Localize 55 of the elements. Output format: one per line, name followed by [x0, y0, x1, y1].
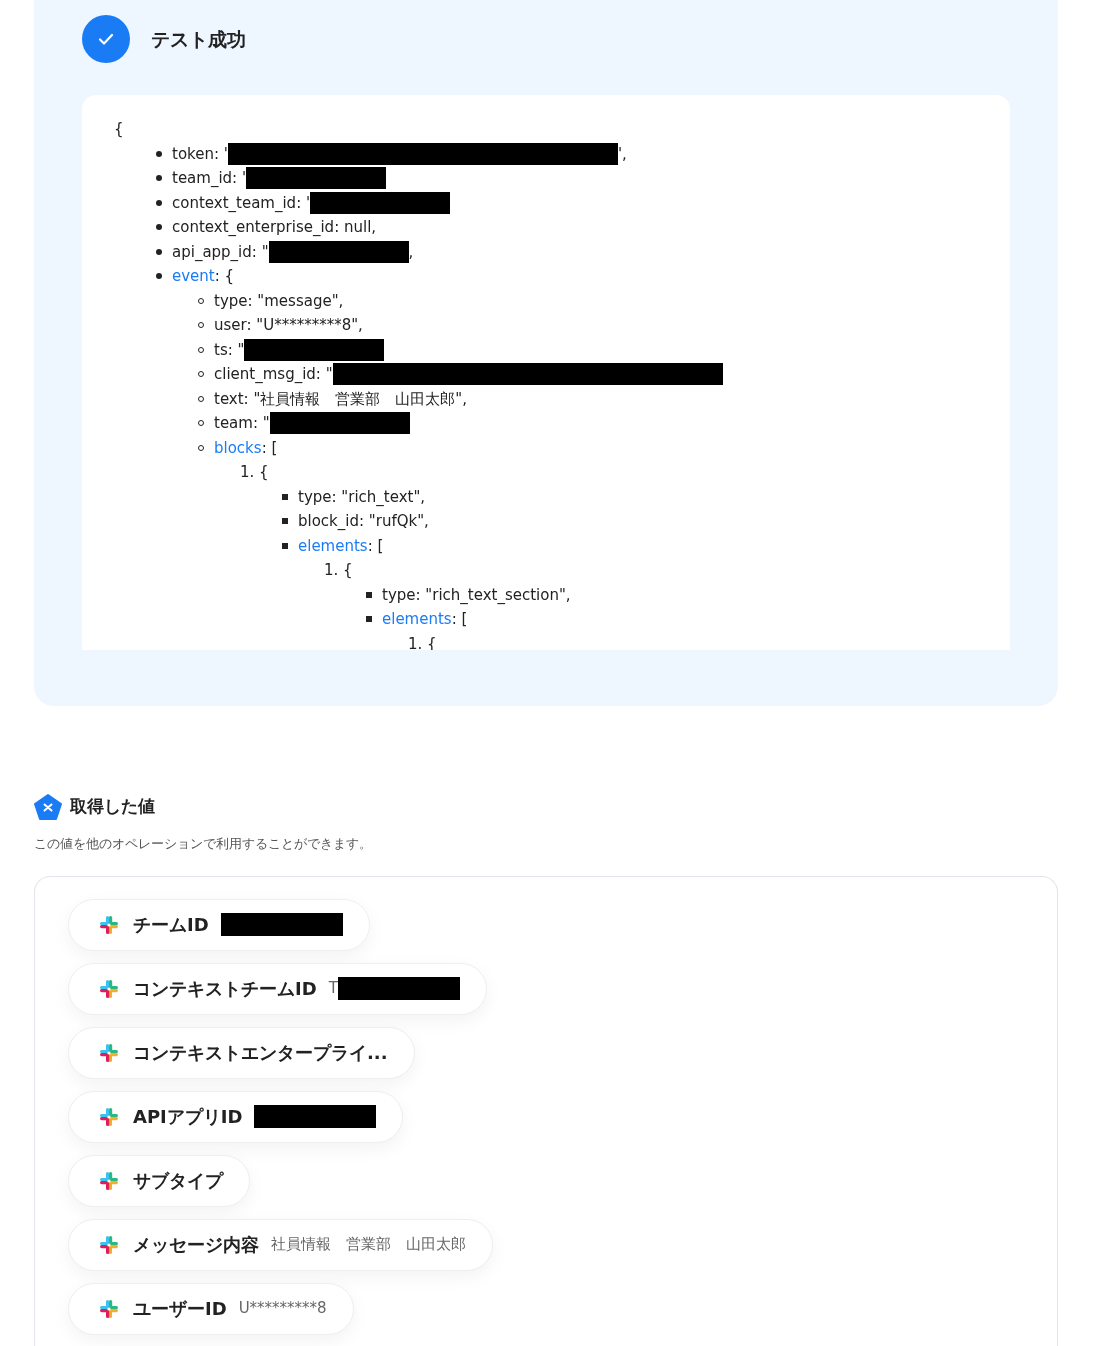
app-logo-icon — [99, 1298, 119, 1319]
app-logo-icon — [99, 914, 119, 935]
code-line: token: ' — [172, 143, 228, 165]
value-chip[interactable]: メッセージ内容 社員情報 営業部 山田太郎 — [68, 1218, 493, 1271]
value-chip[interactable]: コンテキストエンタープライ... — [68, 1026, 415, 1079]
code-line: client_msg_id: " — [214, 364, 333, 385]
code-line: api_app_id: " — [172, 241, 269, 263]
value-chip[interactable]: サブタイプ — [68, 1154, 250, 1207]
app-logo-icon — [99, 978, 119, 999]
code-line: type: "rich_text", — [298, 486, 426, 508]
code-line: type: "rich_text_section", — [382, 584, 571, 606]
bullet-icon — [282, 493, 288, 500]
chip-value: 社員情報 営業部 山田太郎 — [271, 1234, 466, 1256]
bullet-icon — [156, 273, 162, 280]
bullet-icon — [156, 150, 162, 157]
code-line: text: "社員情報 営業部 山田太郎", — [214, 388, 467, 410]
chip-value: U*********8 — [238, 1298, 327, 1320]
code-line: ts: " — [214, 339, 245, 361]
value-chip[interactable]: コンテキストチームID T — [68, 962, 487, 1015]
chip-value: T — [328, 978, 338, 1000]
app-logo-icon — [99, 1106, 119, 1127]
value-chip[interactable]: チームID — [68, 898, 370, 951]
code-line: context_team_id: ' — [172, 192, 311, 214]
bullet-icon — [366, 616, 372, 623]
code-line: team: " — [214, 413, 270, 434]
section-description: この値を他のオペレーションで利用することができます。 — [34, 835, 373, 853]
code-line: block_id: "rufQk", — [298, 511, 429, 532]
code-line: elements: [ — [382, 609, 468, 630]
result-title: テスト成功 — [151, 26, 246, 52]
code-line: context_enterprise_id: null, — [172, 217, 377, 238]
code-line: team_id: ' — [172, 168, 247, 189]
code-line: type: "message", — [214, 290, 344, 312]
code-punctuation: , — [408, 241, 414, 263]
section-title: 取得した値 — [70, 795, 155, 819]
value-chip[interactable]: ユーザーID U*********8 — [68, 1282, 354, 1335]
code-line: blocks: [ — [214, 437, 278, 459]
pentagon-logo-icon — [34, 794, 62, 820]
code-punctuation: ', — [617, 143, 627, 165]
bullet-icon — [156, 199, 162, 206]
code-line: event: { — [172, 266, 235, 287]
app-logo-icon — [99, 1042, 119, 1063]
bullet-icon — [366, 591, 372, 598]
code-line: { — [114, 119, 124, 140]
value-chip[interactable]: APIアプリID — [68, 1090, 404, 1143]
code-line: user: "U*********8", — [214, 315, 363, 336]
code-line: 1. { — [324, 560, 353, 581]
bullet-icon — [156, 248, 162, 255]
bullet-icon — [156, 224, 162, 231]
code-line: elements: [ — [298, 535, 384, 557]
app-logo-icon — [99, 1234, 119, 1255]
app-logo-icon — [99, 1170, 119, 1191]
bullet-icon — [156, 175, 162, 182]
bullet-icon — [282, 542, 288, 549]
code-line: 1. { — [240, 462, 269, 483]
bullet-icon — [282, 518, 288, 525]
